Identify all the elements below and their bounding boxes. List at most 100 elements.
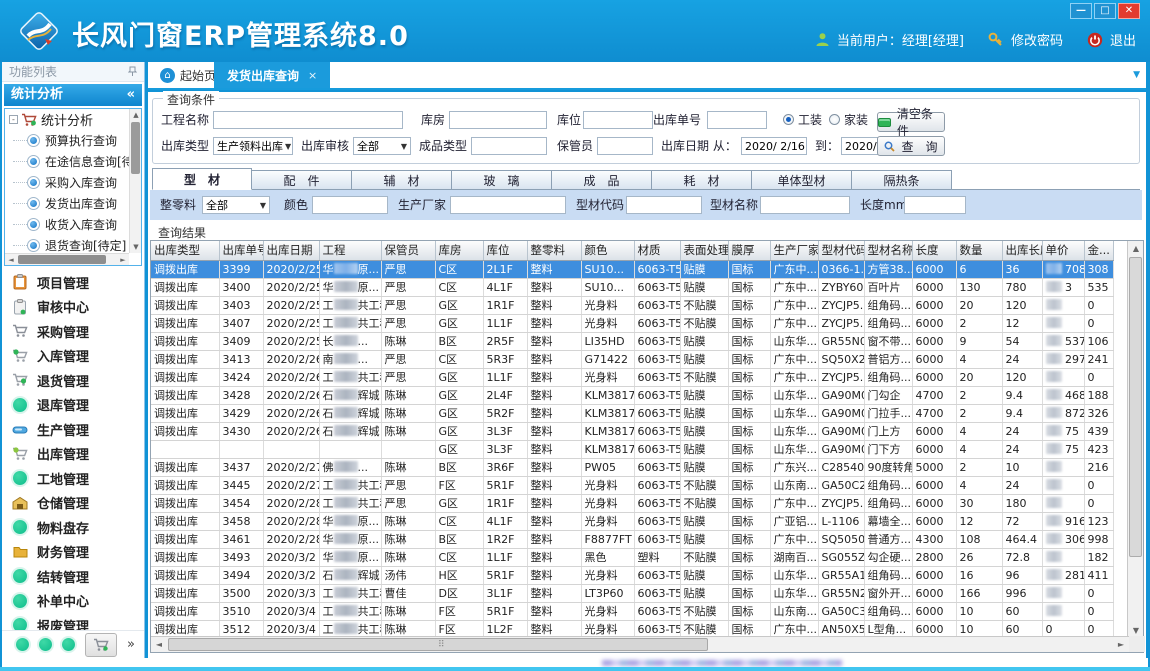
- table-row[interactable]: 调拨出库34612020/2/28华原...陈琳B区1R2F整料F8877FT6…: [151, 530, 1113, 548]
- column-header-1[interactable]: 出库单号: [219, 241, 263, 260]
- change-password-link[interactable]: 修改密码: [1011, 30, 1063, 49]
- table-row[interactable]: 调拨出库34242020/2/26工共工程严思G区1L1F整料光身料6063-T…: [151, 368, 1113, 386]
- table-row[interactable]: 调拨出库34542020/2/28工共工程严思G区1R1F整料光身料6063-T…: [151, 494, 1113, 512]
- profile-name-input[interactable]: [760, 196, 850, 214]
- table-row[interactable]: 调拨出库34282020/2/26石辉城陈琳G区2L4F整料KLM3817606…: [151, 386, 1113, 404]
- sidebar-item-6[interactable]: 生产管理: [2, 417, 144, 442]
- sidebar-item-12[interactable]: 结转管理: [2, 564, 144, 589]
- scroll-up-arrow[interactable]: ▲: [130, 109, 142, 121]
- column-header-15[interactable]: 长度: [912, 241, 956, 260]
- table-horizontal-scrollbar[interactable]: ◄ ►: [151, 636, 1145, 652]
- warehouse-input[interactable]: [449, 111, 547, 129]
- sidebar-item-13[interactable]: 补单中心: [2, 589, 144, 614]
- cart-module-button[interactable]: [85, 633, 117, 657]
- scrollbar-thumb[interactable]: [1129, 257, 1142, 557]
- collapse-icon[interactable]: «: [127, 84, 135, 106]
- audit-dropdown[interactable]: 全部▼: [353, 137, 411, 155]
- module-dot-icon[interactable]: [16, 638, 29, 651]
- logout-link[interactable]: 退出: [1110, 30, 1136, 49]
- overflow-chevron[interactable]: »: [127, 640, 135, 650]
- scroll-left-arrow[interactable]: ◄: [151, 637, 167, 652]
- sidebar-item-9[interactable]: 仓储管理: [2, 491, 144, 516]
- table-row[interactable]: 调拨出库35102020/3/4工共工程陈琳F区5R1F整料光身料6063-T5…: [151, 602, 1113, 620]
- project-name-input[interactable]: [213, 111, 403, 129]
- tab-list-dropdown-icon[interactable]: ▼: [1133, 70, 1140, 80]
- column-header-5[interactable]: 库房: [435, 241, 483, 260]
- material-tab-3[interactable]: 玻 璃: [452, 170, 552, 190]
- table-row[interactable]: G区3L3F整料KLM38176063-T5贴膜国标山东华...GA90M09.…: [151, 440, 1113, 458]
- column-header-9[interactable]: 材质: [634, 241, 680, 260]
- material-tab-5[interactable]: 耗 材: [652, 170, 752, 190]
- order-no-input[interactable]: [707, 111, 767, 129]
- column-header-8[interactable]: 颜色: [581, 241, 634, 260]
- table-row[interactable]: 调拨出库34942020/3/2石辉城汤伟H区5R1F整料光身料6063-T5贴…: [151, 566, 1113, 584]
- table-row[interactable]: 调拨出库34132020/2/26南...严思C区5R3F整料G71422606…: [151, 350, 1113, 368]
- tree-item-0[interactable]: 预算执行查询: [5, 130, 129, 151]
- minimize-button[interactable]: —: [1070, 3, 1092, 19]
- table-row[interactable]: 调拨出库35002020/3/3工共工程曹佳D区3L1F整料LT3P606063…: [151, 584, 1113, 602]
- outbound-type-dropdown[interactable]: 生产领料出库▼: [213, 137, 293, 155]
- column-header-19[interactable]: 金...: [1084, 241, 1113, 260]
- tree-item-4[interactable]: 收货入库查询: [5, 214, 129, 235]
- date-from-dropdown[interactable]: 2020/ 2/16▼: [741, 137, 807, 155]
- scroll-right-arrow[interactable]: ►: [1113, 637, 1129, 652]
- sidebar-item-7[interactable]: 出库管理: [2, 442, 144, 467]
- profile-code-input[interactable]: [626, 196, 702, 214]
- tree-horizontal-scrollbar[interactable]: ◄ ►: [5, 253, 129, 265]
- material-tab-6[interactable]: 单体型材: [752, 170, 852, 190]
- tab-close-icon[interactable]: ×: [308, 69, 317, 82]
- table-row[interactable]: 调拨出库34092020/2/25长...陈琳B区2R5F整料LI35HD606…: [151, 332, 1113, 350]
- column-header-6[interactable]: 库位: [483, 241, 527, 260]
- column-header-17[interactable]: 出库长度: [1002, 241, 1042, 260]
- color-input[interactable]: [312, 196, 388, 214]
- column-header-2[interactable]: 出库日期: [263, 241, 319, 260]
- table-row[interactable]: 调拨出库34452020/2/27工共工程严思F区5R1F整料光身料6063-T…: [151, 476, 1113, 494]
- sidebar-item-10[interactable]: 物料盘存: [2, 515, 144, 540]
- column-header-7[interactable]: 整零料: [527, 241, 581, 260]
- scroll-up-arrow[interactable]: ▲: [1128, 241, 1144, 256]
- home-decor-radio[interactable]: [829, 114, 840, 125]
- whole-part-dropdown[interactable]: 全部▼: [202, 196, 270, 214]
- table-row[interactable]: 调拨出库34292020/2/26石辉城陈琳G区5R2F整料KLM3817606…: [151, 404, 1113, 422]
- column-header-13[interactable]: 型材代码: [818, 241, 864, 260]
- sidebar-section-header[interactable]: 统计分析 «: [4, 84, 142, 106]
- scroll-right-arrow[interactable]: ►: [117, 254, 129, 266]
- table-row[interactable]: 调拨出库34582020/2/28华原...陈琳C区4L1F整料光身料6063-…: [151, 512, 1113, 530]
- search-button[interactable]: 查 询: [877, 136, 945, 156]
- column-header-12[interactable]: 生产厂家: [770, 241, 818, 260]
- close-button[interactable]: ✕: [1118, 3, 1140, 19]
- manufacturer-input[interactable]: [450, 196, 566, 214]
- sidebar-item-4[interactable]: 退货管理: [2, 368, 144, 393]
- sidebar-item-2[interactable]: 采购管理: [2, 319, 144, 344]
- column-header-18[interactable]: 单价: [1042, 241, 1084, 260]
- clear-conditions-button[interactable]: 清空条件: [877, 112, 945, 132]
- table-row[interactable]: 调拨出库33992020/2/25华原...严思C区2L1F整料SU10...6…: [151, 260, 1113, 278]
- table-row[interactable]: 调拨出库34932020/3/2华原...陈琳C区1L1F整料黑色塑料不贴膜国标…: [151, 548, 1113, 566]
- table-row[interactable]: 调拨出库34002020/2/25华原...严思C区4L1F整料SU10...6…: [151, 278, 1113, 296]
- scrollbar-thumb[interactable]: [168, 638, 708, 651]
- sidebar-item-8[interactable]: 工地管理: [2, 466, 144, 491]
- column-header-3[interactable]: 工程: [319, 241, 381, 260]
- maximize-button[interactable]: □: [1094, 3, 1116, 19]
- industrial-radio-label[interactable]: 工装: [798, 111, 822, 129]
- home-decor-radio-label[interactable]: 家装: [844, 111, 868, 129]
- column-header-10[interactable]: 表面处理: [680, 241, 728, 260]
- tree-item-3[interactable]: 发货出库查询: [5, 193, 129, 214]
- table-row[interactable]: 调拨出库34072020/2/25工共工程严思G区1L1F整料光身料6063-T…: [151, 314, 1113, 332]
- sidebar-item-5[interactable]: 退库管理: [2, 393, 144, 418]
- keeper-input[interactable]: [597, 137, 653, 155]
- industrial-radio[interactable]: [783, 114, 794, 125]
- scrollbar-thumb[interactable]: [18, 255, 106, 264]
- location-input[interactable]: [583, 111, 653, 129]
- column-header-14[interactable]: 型材名称: [864, 241, 912, 260]
- tree-item-2[interactable]: 采购入库查询: [5, 172, 129, 193]
- material-tab-7[interactable]: 隔热条: [852, 170, 952, 190]
- module-dot-icon[interactable]: [39, 638, 52, 651]
- material-tab-4[interactable]: 成 品: [552, 170, 652, 190]
- column-header-16[interactable]: 数量: [956, 241, 1002, 260]
- product-type-input[interactable]: [471, 137, 547, 155]
- tree-item-1[interactable]: 在途信息查询[待: [5, 151, 129, 172]
- pin-icon[interactable]: [128, 66, 137, 77]
- table-vertical-scrollbar[interactable]: ▲ ▼: [1127, 241, 1143, 638]
- tree-item-5[interactable]: 退货查询[待定]: [5, 235, 129, 253]
